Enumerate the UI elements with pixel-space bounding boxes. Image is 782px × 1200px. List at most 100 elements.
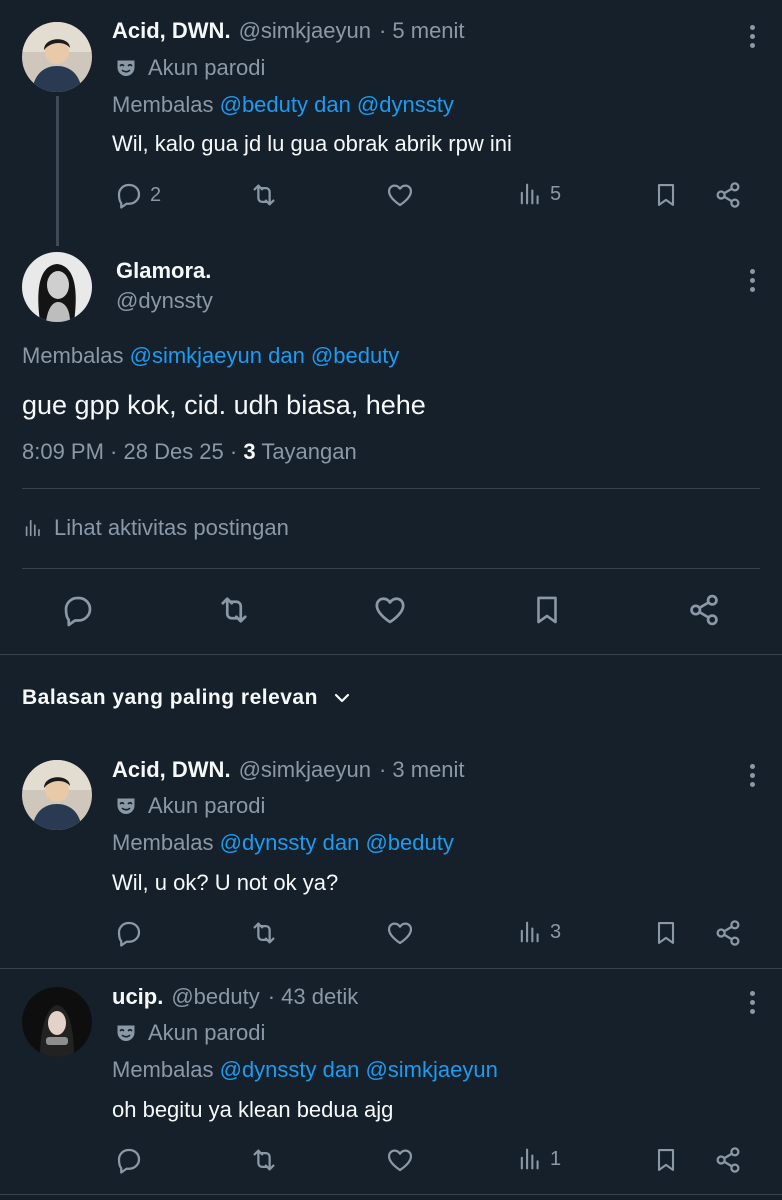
post-text: Wil, kalo gua jd lu gua obrak abrik rpw …: [112, 131, 512, 156]
views-icon: [516, 918, 544, 946]
reply-button[interactable]: [60, 592, 96, 628]
views-icon: [516, 180, 544, 208]
bookmark-button[interactable]: [652, 180, 680, 210]
bookmark-icon: [652, 918, 680, 948]
share-icon: [713, 918, 743, 948]
retweet-icon: [249, 1145, 279, 1175]
author-handle[interactable]: @simkjaeyun: [239, 757, 371, 783]
author-handle[interactable]: @simkjaeyun: [239, 18, 371, 44]
parody-badge: Akun parodi: [114, 55, 265, 81]
reply-prefix: Membalas: [22, 343, 124, 368]
avatar[interactable]: [22, 252, 92, 322]
reply-button[interactable]: [114, 918, 144, 948]
views-button[interactable]: 1: [516, 1145, 561, 1173]
views-button[interactable]: 3: [516, 918, 561, 946]
view-count: 1: [550, 1147, 562, 1170]
heart-icon: [385, 918, 415, 948]
post-text: Wil, u ok? U not ok ya?: [112, 870, 339, 895]
more-icon[interactable]: [750, 991, 756, 1018]
divider: [22, 488, 760, 489]
view-count: 3: [550, 920, 562, 943]
view-label: Tayangan: [261, 439, 357, 464]
more-icon[interactable]: [750, 764, 756, 791]
views-icon: [22, 517, 44, 539]
bookmark-icon: [652, 180, 680, 210]
share-button[interactable]: [686, 592, 722, 628]
share-button[interactable]: [713, 180, 743, 210]
parody-label: Akun parodi: [148, 793, 266, 818]
heart-icon: [372, 592, 408, 628]
retweet-icon: [249, 918, 279, 948]
reply-context: Membalas @simkjaeyun dan @beduty: [22, 343, 399, 369]
author-name[interactable]: Acid, DWN.: [112, 18, 231, 44]
reply-icon: [114, 1145, 144, 1175]
retweet-icon: [216, 592, 252, 628]
reply-prefix: Membalas: [112, 830, 214, 855]
author-name[interactable]: Glamora.: [116, 258, 211, 284]
reply-prefix: Membalas: [112, 1057, 214, 1082]
post-time[interactable]: · 5 menit: [379, 18, 465, 44]
more-icon[interactable]: [750, 269, 756, 296]
mask-icon: [114, 1021, 138, 1045]
post-activity-link[interactable]: Lihat aktivitas postingan: [22, 515, 289, 541]
activity-label: Lihat aktivitas postingan: [54, 515, 289, 540]
reply-button[interactable]: 2: [114, 180, 161, 210]
like-button[interactable]: [385, 1145, 415, 1175]
reply-mentions[interactable]: @simkjaeyun dan @beduty: [130, 343, 400, 368]
bookmark-icon: [652, 1145, 680, 1175]
author-handle[interactable]: @dynssty: [116, 288, 213, 314]
thread-line: [56, 96, 59, 246]
author-name[interactable]: ucip.: [112, 984, 163, 1010]
reply-count: 2: [150, 183, 162, 206]
reply-mentions[interactable]: @beduty dan @dynssty: [220, 92, 454, 117]
post-text: gue gpp kok, cid. udh biasa, hehe: [22, 390, 426, 420]
heart-icon: [385, 180, 415, 210]
retweet-button[interactable]: [249, 1145, 279, 1175]
reply-icon: [114, 180, 144, 210]
post-timestamp[interactable]: 8:09 PM · 28 Des 25 ·: [22, 439, 237, 464]
views-button[interactable]: 5: [516, 180, 561, 208]
post-time[interactable]: · 3 menit: [379, 757, 465, 783]
author-handle[interactable]: @beduty: [171, 984, 259, 1010]
share-icon: [713, 180, 743, 210]
avatar[interactable]: [22, 22, 92, 92]
share-icon: [713, 1145, 743, 1175]
like-button[interactable]: [385, 918, 415, 948]
reply-context: Membalas @dynssty dan @beduty: [112, 830, 454, 856]
views-icon: [516, 1145, 544, 1173]
heart-icon: [385, 1145, 415, 1175]
avatar[interactable]: [22, 760, 92, 830]
retweet-button[interactable]: [249, 180, 279, 210]
post-text: oh begitu ya klean bedua ajg: [112, 1097, 394, 1122]
bookmark-button[interactable]: [652, 918, 680, 948]
chevron-down-icon: [334, 693, 350, 703]
retweet-icon: [249, 180, 279, 210]
reply-mentions[interactable]: @dynssty dan @simkjaeyun: [220, 1057, 498, 1082]
avatar[interactable]: [22, 987, 92, 1057]
mask-icon: [114, 56, 138, 80]
parody-badge: Akun parodi: [114, 1020, 265, 1046]
post-meta: 8:09 PM · 28 Des 25 · 3 Tayangan: [22, 439, 357, 465]
share-button[interactable]: [713, 918, 743, 948]
divider: [0, 968, 782, 969]
reply-mentions[interactable]: @dynssty dan @beduty: [220, 830, 454, 855]
author-name[interactable]: Acid, DWN.: [112, 757, 231, 783]
parody-label: Akun parodi: [148, 1020, 266, 1045]
retweet-button[interactable]: [216, 592, 252, 628]
retweet-button[interactable]: [249, 918, 279, 948]
bookmark-icon: [530, 592, 564, 628]
like-button[interactable]: [372, 592, 408, 628]
replies-sort-label: Balasan yang paling relevan: [22, 686, 318, 709]
more-icon[interactable]: [750, 25, 756, 52]
bookmark-button[interactable]: [652, 1145, 680, 1175]
post-time[interactable]: · 43 detik: [268, 984, 359, 1010]
bookmark-button[interactable]: [530, 592, 564, 628]
reply-button[interactable]: [114, 1145, 144, 1175]
divider: [0, 1194, 782, 1195]
parody-label: Akun parodi: [148, 55, 266, 80]
replies-sort-dropdown[interactable]: Balasan yang paling relevan: [22, 686, 352, 710]
share-button[interactable]: [713, 1145, 743, 1175]
mask-icon: [114, 794, 138, 818]
reply-icon: [114, 918, 144, 948]
like-button[interactable]: [385, 180, 415, 210]
